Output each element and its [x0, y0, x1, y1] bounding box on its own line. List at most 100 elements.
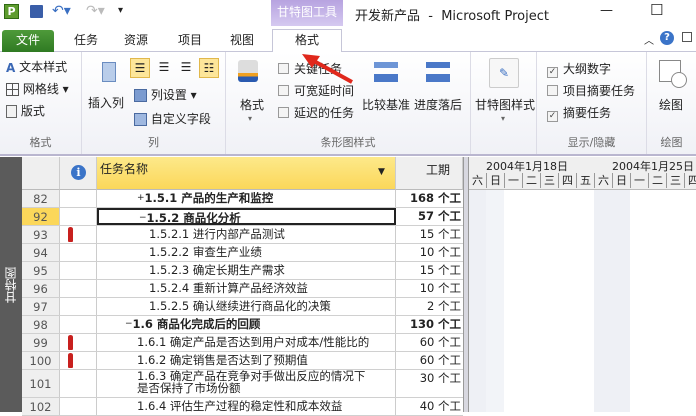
duration-cell[interactable]: 40 个工: [396, 398, 463, 415]
row-number[interactable]: 102: [22, 398, 60, 415]
task-row[interactable]: 97 1.5.2.5 确认继续进行商品化的决策 2 个工: [22, 298, 463, 316]
task-row[interactable]: 93 1.5.2.1 进行内部产品测试 15 个工: [22, 226, 463, 244]
task-row[interactable]: 96 1.5.2.4 重新计算产品经济效益 10 个工: [22, 280, 463, 298]
tab-task[interactable]: 任务: [66, 30, 106, 52]
task-name-cell[interactable]: 1.5.2.1 进行内部产品测试: [97, 226, 396, 243]
redo-icon[interactable]: ↷▾: [86, 3, 105, 19]
indicator-cell: [60, 334, 97, 351]
gantt-style-button[interactable]: 甘特图样式: [475, 96, 535, 113]
row-number-header[interactable]: [22, 157, 60, 190]
task-name-header[interactable]: 任务名称 ▼: [97, 157, 396, 190]
row-number[interactable]: 99: [22, 334, 60, 351]
row-number[interactable]: 98: [22, 316, 60, 333]
summary-tasks-checkbox[interactable]: ✓ 摘要任务: [547, 104, 611, 122]
task-row[interactable]: 92 −1.5.2 商品化分析 57 个工: [22, 208, 463, 226]
task-row[interactable]: 98 −1.6 商品化完成后的回顾 130 个工: [22, 316, 463, 334]
collapse-ribbon-icon[interactable]: ︿: [644, 32, 654, 47]
custom-fields-button[interactable]: 自定义字段: [134, 110, 211, 127]
duration-header[interactable]: 工期: [396, 157, 463, 190]
duration-cell[interactable]: 15 个工: [396, 226, 463, 243]
duration-cell[interactable]: 30 个工: [396, 370, 463, 397]
wrap-text-button[interactable]: ☷: [199, 58, 219, 78]
row-number[interactable]: 82: [22, 190, 60, 207]
row-number[interactable]: 92: [22, 208, 60, 225]
insert-column-button[interactable]: 插入列: [88, 94, 124, 111]
row-number[interactable]: 97: [22, 298, 60, 315]
duration-cell[interactable]: 57 个工: [396, 208, 463, 225]
collapse-icon[interactable]: −: [125, 319, 133, 329]
drawing-button[interactable]: 绘图: [659, 96, 683, 113]
expand-icon[interactable]: +: [137, 193, 145, 203]
late-tasks-checkbox[interactable]: 延迟的任务: [278, 104, 354, 121]
task-name-cell[interactable]: 1.5.2.5 确认继续进行商品化的决策: [97, 298, 396, 315]
layout-button[interactable]: 版式: [6, 102, 45, 119]
duration-cell[interactable]: 2 个工: [396, 298, 463, 315]
duration-cell[interactable]: 60 个工: [396, 352, 463, 369]
help-icon[interactable]: ?: [660, 31, 674, 45]
tab-view[interactable]: 视图: [222, 30, 262, 52]
task-name-cell[interactable]: 1.5.2.4 重新计算产品经济效益: [97, 280, 396, 297]
task-row[interactable]: 102 1.6.4 评估生产过程的稳定性和成本效益 40 个工: [22, 398, 463, 416]
maximize-button[interactable]: ☐: [650, 1, 663, 19]
column-settings-button[interactable]: 列设置 ▾: [134, 86, 197, 103]
undo-icon[interactable]: ↶▾: [52, 3, 71, 19]
align-center-button[interactable]: ☰: [154, 58, 174, 78]
timescale-week: 2004年1月18日: [486, 160, 568, 173]
row-number[interactable]: 101: [22, 370, 60, 397]
tab-file[interactable]: 文件: [2, 30, 54, 52]
align-left-button[interactable]: ☰: [130, 58, 150, 78]
duration-cell[interactable]: 168 个工: [396, 190, 463, 207]
task-row[interactable]: 82 +1.5.1 产品的生产和监控 168 个工: [22, 190, 463, 208]
collapse-icon[interactable]: −: [139, 213, 147, 223]
task-name-cell[interactable]: −1.5.2 商品化分析: [97, 208, 396, 225]
customize-toolbar-icon[interactable]: ▾: [118, 5, 123, 16]
row-number[interactable]: 100: [22, 352, 60, 369]
row-number[interactable]: 95: [22, 262, 60, 279]
align-right-button[interactable]: ☰: [176, 58, 196, 78]
minimize-button[interactable]: —: [600, 3, 613, 18]
duration-cell[interactable]: 60 个工: [396, 334, 463, 351]
resource-person-icon: [68, 227, 73, 242]
task-name-cell[interactable]: −1.6 商品化完成后的回顾: [97, 316, 396, 333]
contextual-tab-group: 甘特图工具: [271, 0, 343, 26]
baseline-button[interactable]: 比较基准: [362, 96, 410, 113]
timescale-day: 二: [649, 173, 667, 188]
project-summary-checkbox[interactable]: 项目摘要任务: [547, 82, 635, 99]
task-row[interactable]: 101 1.6.3 确定产品在竞争对手做出反应的情况下 是否保持了市场份额 30 …: [22, 370, 463, 398]
task-name-cell[interactable]: 1.6.2 确定销售是否达到了预期值: [97, 352, 396, 369]
task-name-cell[interactable]: 1.6.1 确定产品是否达到用户对成本/性能比的: [97, 334, 396, 351]
tab-resource[interactable]: 资源: [116, 30, 156, 52]
task-row[interactable]: 100 1.6.2 确定销售是否达到了预期值 60 个工: [22, 352, 463, 370]
duration-cell[interactable]: 130 个工: [396, 316, 463, 333]
task-name-cell[interactable]: 1.5.2.3 确定长期生产需求: [97, 262, 396, 279]
duration-cell[interactable]: 10 个工: [396, 244, 463, 261]
task-name-cell[interactable]: 1.6.4 评估生产过程的稳定性和成本效益: [97, 398, 396, 415]
outline-number-checkbox[interactable]: ✓ 大纲数字: [547, 60, 611, 78]
row-number[interactable]: 94: [22, 244, 60, 261]
text-styles-button[interactable]: A 文本样式: [6, 58, 67, 75]
restore-window-icon[interactable]: [682, 32, 692, 42]
row-number[interactable]: 96: [22, 280, 60, 297]
task-row[interactable]: 99 1.6.1 确定产品是否达到用户对成本/性能比的 60 个工: [22, 334, 463, 352]
save-icon[interactable]: [30, 5, 43, 18]
task-name-cell[interactable]: +1.5.1 产品的生产和监控: [97, 190, 396, 207]
task-row[interactable]: 94 1.5.2.2 审查生产业绩 10 个工: [22, 244, 463, 262]
timescale-day: 六: [595, 173, 613, 188]
slippage-button[interactable]: 进度落后: [414, 96, 462, 113]
gridlines-button[interactable]: 网格线 ▾: [6, 80, 69, 97]
task-name-cell[interactable]: 1.6.3 确定产品在竞争对手做出反应的情况下 是否保持了市场份额: [97, 370, 396, 397]
grid-icon: [6, 83, 19, 96]
duration-cell[interactable]: 10 个工: [396, 280, 463, 297]
task-name-cell[interactable]: 1.5.2.2 审查生产业绩: [97, 244, 396, 261]
window-title: 开发新产品 - Microsoft Project: [355, 9, 549, 24]
filter-dropdown-icon[interactable]: ▼: [378, 167, 385, 177]
indicators-header[interactable]: i: [60, 157, 97, 190]
tab-project[interactable]: 项目: [170, 30, 210, 52]
view-bar[interactable]: 甘特图: [0, 157, 22, 412]
indicator-cell: [60, 190, 97, 207]
column-settings-icon: [134, 89, 147, 102]
duration-cell[interactable]: 15 个工: [396, 262, 463, 279]
row-number[interactable]: 93: [22, 226, 60, 243]
format-bar-button[interactable]: 格式: [240, 96, 264, 113]
task-row[interactable]: 95 1.5.2.3 确定长期生产需求 15 个工: [22, 262, 463, 280]
